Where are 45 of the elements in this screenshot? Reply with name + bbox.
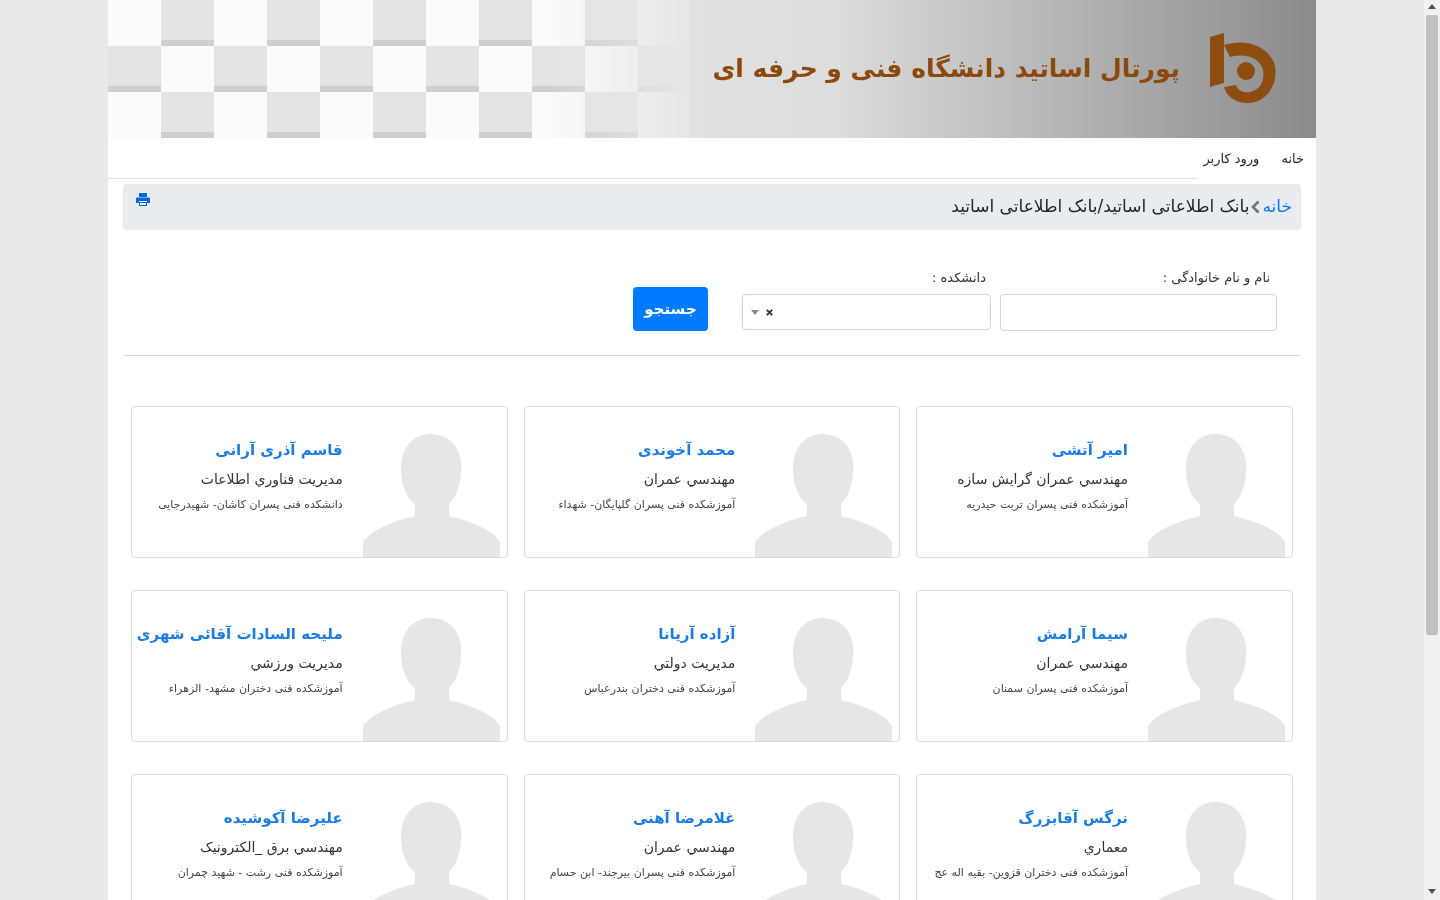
institution-name: آموزشکده فنی پسران گلپایگان- شهداء — [558, 497, 736, 513]
field-label: نام و نام خانوادگی : — [1161, 269, 1271, 286]
scroll-up-arrow-icon[interactable] — [1428, 4, 1436, 9]
portal-title: پورتال اساتید دانشگاه فنی و حرفه ای — [712, 53, 1180, 86]
field-label: دانشکده : — [931, 269, 987, 286]
field-of-study: مهندسي عمران — [642, 470, 736, 489]
institution-name: آموزشکده فنی رشت - شهید چمران — [177, 865, 343, 881]
professor-name-link[interactable]: سیما آرامش — [992, 622, 1128, 646]
home-link[interactable]: خانه — [1262, 194, 1292, 220]
institution-name: آموزشکده فنی دختران قزوین- بقیه اله عج — [934, 865, 1128, 881]
institution-name: آموزشکده فنی پسران تربت حیدریه — [965, 497, 1128, 513]
scrollbar-thumb[interactable] — [1426, 15, 1438, 635]
chevron-icon — [1251, 200, 1261, 214]
professor-name-link[interactable]: امیر آتشی — [957, 438, 1128, 462]
dropdown-caret-icon — [751, 309, 759, 315]
professor-name-link[interactable]: محمد آخوندی — [558, 438, 736, 462]
professor-name-link[interactable]: ملیحه السادات آقائی شهری — [136, 622, 343, 646]
institution-name: آموزشکده فنی پسران سمنان — [992, 681, 1128, 697]
field-of-study: مهندسي عمران — [1035, 654, 1128, 673]
professor-name-link[interactable]: قاسم آذری آرانی — [158, 438, 343, 462]
select-field[interactable] — [742, 294, 991, 330]
institution-name: آموزشکده فنی دختران بندرعباس — [584, 681, 736, 697]
field-of-study: مدیریت دولتي — [652, 654, 736, 673]
breadcrumb-trail: بانک اطلاعاتی اساتید/بانک اطلاعاتی اساتید — [951, 195, 1250, 219]
field-of-study: مهندسي عمران — [642, 838, 736, 857]
text-input-field[interactable] — [1000, 294, 1277, 331]
field-of-study: مدیریت ورزشي — [249, 654, 343, 673]
professor-name-link[interactable]: نرگس آقابزرگ — [934, 806, 1128, 830]
print-icon[interactable] — [136, 193, 150, 206]
search-button[interactable]: جستجو — [633, 287, 708, 331]
field-of-study: مهندسي عمران گرایش سازه — [957, 470, 1128, 489]
institution-name: دانشکده فنی پسران کاشان- شهیدرجایی — [158, 497, 343, 513]
professor-name-link[interactable]: غلامرضا آهنی — [549, 806, 736, 830]
institution-name: آموزشکده فنی پسران بیرجند- ابن حسام — [549, 865, 736, 881]
field-of-study: معماري — [1082, 838, 1128, 857]
scroll-down-arrow-icon[interactable] — [1428, 889, 1436, 894]
field-of-study: مدیریت فناوري اطلاعات — [199, 470, 343, 489]
nav-link[interactable]: ورود کاربر — [1203, 148, 1260, 169]
professor-name-link[interactable]: علیرضا آکوشیده — [177, 806, 343, 830]
institution-name: آموزشکده فنی دختران مشهد- الزهراء — [167, 681, 343, 697]
scrollbar[interactable] — [1424, 0, 1440, 900]
clear-icon[interactable] — [766, 308, 773, 316]
field-of-study: مهندسي برق _الکترونیک — [199, 838, 343, 857]
professor-name-link[interactable]: آزاده آریانا — [584, 622, 736, 646]
nav-link[interactable]: خانه — [1281, 148, 1304, 169]
